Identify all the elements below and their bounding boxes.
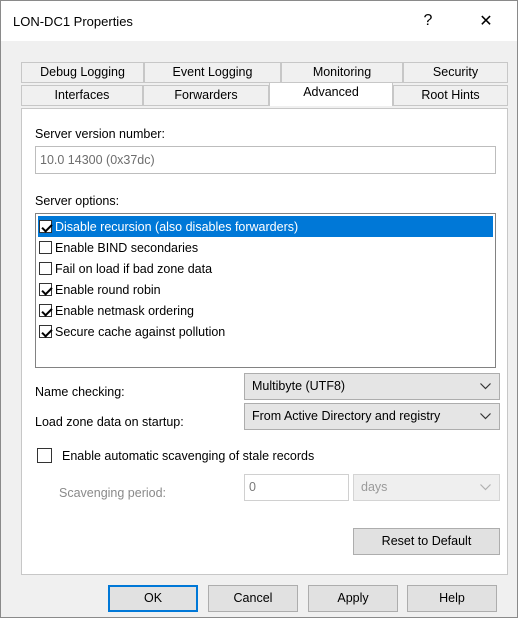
title-bar[interactable]: LON-DC1 Properties ? ✕ — [1, 1, 517, 41]
name-checking-value: Multibyte (UTF8) — [252, 379, 346, 393]
scavenging-checkbox[interactable] — [37, 448, 52, 463]
server-version-field[interactable]: 10.0 14300 (0x37dc) — [35, 146, 496, 174]
load-zone-label: Load zone data on startup: — [35, 415, 184, 429]
option-disable-recursion[interactable]: Disable recursion (also disables forward… — [38, 216, 493, 237]
checkbox-checked-icon[interactable] — [39, 325, 52, 338]
checkbox-unchecked-icon[interactable] — [39, 262, 52, 275]
window-title: LON-DC1 Properties — [13, 14, 133, 29]
properties-dialog: LON-DC1 Properties ? ✕ Debug Logging Eve… — [0, 0, 518, 618]
server-version-label: Server version number: — [35, 127, 165, 141]
server-options-list[interactable]: Disable recursion (also disables forward… — [35, 213, 496, 368]
checkbox-checked-icon[interactable] — [39, 304, 52, 317]
advanced-tab-panel: Server version number: 10.0 14300 (0x37d… — [21, 108, 508, 575]
chevron-down-icon — [479, 475, 491, 500]
tab-interfaces[interactable]: Interfaces — [21, 85, 143, 106]
tab-event-logging[interactable]: Event Logging — [144, 62, 281, 83]
question-mark-icon: ? — [423, 12, 433, 29]
tab-forwarders[interactable]: Forwarders — [143, 85, 269, 106]
chevron-down-icon — [479, 404, 491, 429]
option-fail-on-load[interactable]: Fail on load if bad zone data — [38, 258, 493, 279]
tab-advanced[interactable]: Advanced — [269, 82, 393, 106]
checkbox-checked-icon[interactable] — [39, 283, 52, 296]
tab-security[interactable]: Security — [403, 62, 508, 83]
scavenging-label[interactable]: Enable automatic scavenging of stale rec… — [62, 449, 314, 463]
close-button[interactable]: ✕ — [463, 1, 509, 41]
ok-button[interactable]: OK — [108, 585, 198, 612]
load-zone-value: From Active Directory and registry — [252, 409, 441, 423]
scavenging-period-label: Scavenging period: — [59, 486, 167, 500]
option-secure-cache[interactable]: Secure cache against pollution — [38, 321, 493, 342]
scavenging-unit-value: days — [361, 480, 388, 494]
name-checking-label: Name checking: — [35, 385, 125, 399]
option-label: Enable netmask ordering — [55, 303, 194, 318]
option-label: Enable BIND secondaries — [55, 240, 199, 255]
option-enable-round-robin[interactable]: Enable round robin — [38, 279, 493, 300]
close-icon: ✕ — [479, 13, 493, 30]
option-enable-bind-secondaries[interactable]: Enable BIND secondaries — [38, 237, 493, 258]
option-enable-netmask-ordering[interactable]: Enable netmask ordering — [38, 300, 493, 321]
tab-root-hints[interactable]: Root Hints — [393, 85, 508, 106]
checkbox-checked-icon[interactable] — [39, 220, 52, 233]
tab-monitoring[interactable]: Monitoring — [281, 62, 403, 83]
load-zone-select[interactable]: From Active Directory and registry — [244, 403, 500, 430]
checkbox-unchecked-icon[interactable] — [39, 241, 52, 254]
apply-button[interactable]: Apply — [308, 585, 398, 612]
help-button[interactable]: Help — [407, 585, 497, 612]
option-label: Fail on load if bad zone data — [55, 261, 213, 276]
scavenging-period-input[interactable]: 0 — [244, 474, 349, 501]
chevron-down-icon — [479, 374, 491, 399]
server-options-label: Server options: — [35, 194, 120, 208]
help-title-button[interactable]: ? — [405, 1, 451, 41]
scavenging-unit-select[interactable]: days — [353, 474, 500, 501]
option-label: Enable round robin — [55, 282, 161, 297]
reset-to-default-button[interactable]: Reset to Default — [353, 528, 500, 555]
tab-debug-logging[interactable]: Debug Logging — [21, 62, 144, 83]
name-checking-select[interactable]: Multibyte (UTF8) — [244, 373, 500, 400]
option-label: Disable recursion (also disables forward… — [55, 219, 299, 234]
option-label: Secure cache against pollution — [55, 324, 226, 339]
cancel-button[interactable]: Cancel — [208, 585, 298, 612]
